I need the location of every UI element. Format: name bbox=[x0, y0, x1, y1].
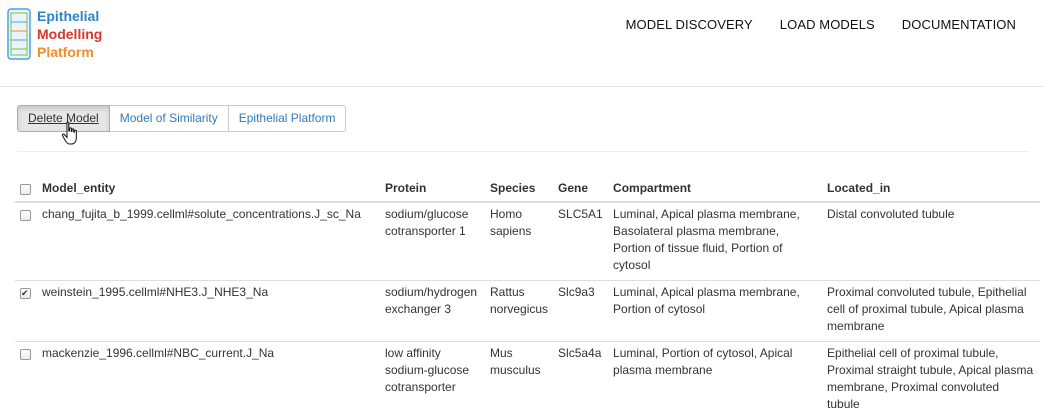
logo-text: Epithelial Modelling Platform bbox=[37, 7, 102, 61]
row-checkbox[interactable] bbox=[20, 288, 31, 299]
table-row: weinstein_1995.cellml#NHE3.J_NHE3_Na sod… bbox=[15, 281, 1040, 342]
row-checkbox[interactable] bbox=[20, 349, 31, 360]
cell-located-in: Distal convoluted tubule bbox=[822, 202, 1040, 281]
col-protein: Protein bbox=[380, 172, 485, 202]
cell-model-entity: mackenzie_1996.cellml#NBC_current.J_Na bbox=[37, 342, 380, 419]
logo-line-3: Platform bbox=[37, 43, 102, 61]
hand-cursor-icon bbox=[61, 121, 81, 147]
cell-compartment: Luminal, Apical plasma membrane, Portion… bbox=[608, 281, 822, 342]
cell-protein: sodium/glucose cotransporter 1 bbox=[380, 202, 485, 281]
nav-links: MODEL DISCOVERY LOAD MODELS DOCUMENTATIO… bbox=[599, 17, 1016, 32]
col-species: Species bbox=[485, 172, 553, 202]
cell-gene: SLC5A1 bbox=[553, 202, 608, 281]
cell-species: Homo sapiens bbox=[485, 202, 553, 281]
navbar: Epithelial Modelling Platform MODEL DISC… bbox=[0, 0, 1044, 87]
cell-located-in: Epithelial cell of proximal tubule, Prox… bbox=[822, 342, 1040, 419]
cell-model-entity: chang_fujita_b_1999.cellml#solute_concen… bbox=[37, 202, 380, 281]
logo-icon bbox=[6, 8, 32, 60]
row-select-cell bbox=[15, 202, 37, 281]
cell-species: Mus musculus bbox=[485, 342, 553, 419]
cell-model-entity: weinstein_1995.cellml#NHE3.J_NHE3_Na bbox=[37, 281, 380, 342]
col-located-in: Located_in bbox=[822, 172, 1040, 202]
cell-gene: Slc9a3 bbox=[553, 281, 608, 342]
nav-documentation[interactable]: DOCUMENTATION bbox=[902, 17, 1016, 32]
platform-logo[interactable]: Epithelial Modelling Platform bbox=[6, 6, 126, 64]
col-model-entity: Model_entity bbox=[37, 172, 380, 202]
cell-located-in: Proximal convoluted tubule, Epithelial c… bbox=[822, 281, 1040, 342]
model-of-similarity-button[interactable]: Model of Similarity bbox=[110, 105, 229, 132]
nav-model-discovery[interactable]: MODEL DISCOVERY bbox=[626, 17, 753, 32]
models-table: Model_entity Protein Species Gene Compar… bbox=[15, 172, 1040, 419]
epithelial-platform-button[interactable]: Epithelial Platform bbox=[229, 105, 347, 132]
logo-line-1: Epithelial bbox=[37, 7, 102, 25]
select-all-checkbox[interactable] bbox=[20, 184, 31, 195]
nav-load-models[interactable]: LOAD MODELS bbox=[780, 17, 875, 32]
cell-protein: low affinity sodium-glucose cotransporte… bbox=[380, 342, 485, 419]
cell-compartment: Luminal, Apical plasma membrane, Basolat… bbox=[608, 202, 822, 281]
row-select-cell bbox=[15, 281, 37, 342]
cell-species: Rattus norvegicus bbox=[485, 281, 553, 342]
cell-protein: sodium/hydrogen exchanger 3 bbox=[380, 281, 485, 342]
row-checkbox[interactable] bbox=[20, 210, 31, 221]
row-select-cell bbox=[15, 342, 37, 419]
select-all-cell bbox=[15, 172, 37, 202]
table-row: chang_fujita_b_1999.cellml#solute_concen… bbox=[15, 202, 1040, 281]
divider bbox=[17, 151, 1029, 152]
cell-compartment: Luminal, Portion of cytosol, Apical plas… bbox=[608, 342, 822, 419]
table-row: mackenzie_1996.cellml#NBC_current.J_Na l… bbox=[15, 342, 1040, 419]
col-compartment: Compartment bbox=[608, 172, 822, 202]
logo-line-2: Modelling bbox=[37, 25, 102, 43]
cell-gene: Slc5a4a bbox=[553, 342, 608, 419]
col-gene: Gene bbox=[553, 172, 608, 202]
table-header-row: Model_entity Protein Species Gene Compar… bbox=[15, 172, 1040, 202]
